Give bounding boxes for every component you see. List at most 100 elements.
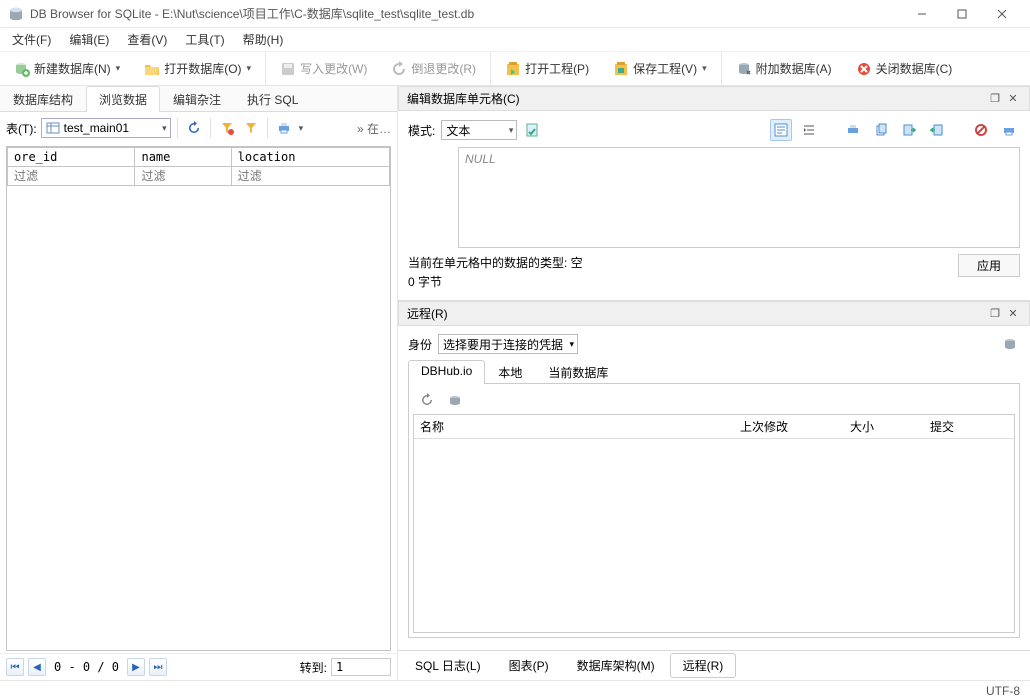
data-grid[interactable]: ore_id name location xyxy=(6,146,391,651)
remote-table[interactable]: 名称 上次修改 大小 提交 xyxy=(413,414,1015,633)
revert-changes-button[interactable]: 倒退更改(R) xyxy=(387,58,480,79)
write-changes-button[interactable]: 写入更改(W) xyxy=(276,58,371,79)
btab-plot[interactable]: 图表(P) xyxy=(496,653,562,678)
remote-col-commit[interactable]: 提交 xyxy=(924,415,1014,438)
cell-edit-panel-title: 编辑数据库单元格(C) ❐ ✕ xyxy=(398,86,1030,111)
null-icon[interactable] xyxy=(970,119,992,141)
remote-col-size[interactable]: 大小 xyxy=(844,415,924,438)
attach-database-button[interactable]: 附加数据库(A) xyxy=(732,58,836,79)
next-record-button[interactable]: ▶ xyxy=(127,658,145,676)
remote-panel: 身份 选择要用于连接的凭据 ▾ DBHub.io 本地 当前数据库 xyxy=(398,326,1030,680)
column-header[interactable]: name xyxy=(135,148,231,167)
first-record-button[interactable]: ⏮ xyxy=(6,658,24,676)
remote-panel-title: 远程(R) ❐ ✕ xyxy=(398,301,1030,326)
remote-subtabs: DBHub.io 本地 当前数据库 xyxy=(408,360,1020,384)
print-icon[interactable] xyxy=(842,119,864,141)
right-pane: 编辑数据库单元格(C) ❐ ✕ 模式: 文本 ▾ xyxy=(398,86,1030,680)
btab-schema[interactable]: 数据库架构(M) xyxy=(564,653,668,678)
table-header-row: ore_id name location xyxy=(8,148,390,167)
save-project-button[interactable]: 保存工程(V)▾ xyxy=(609,58,711,79)
auto-format-button[interactable] xyxy=(523,120,543,140)
column-header[interactable]: ore_id xyxy=(8,148,135,167)
remote-refresh-button[interactable] xyxy=(417,390,437,410)
export-icon[interactable] xyxy=(898,119,920,141)
save-project-icon xyxy=(613,61,629,77)
titlebar: DB Browser for SQLite - E:\Nut\science\项… xyxy=(0,0,1030,28)
filter-input[interactable] xyxy=(141,169,171,183)
bottom-tabs: SQL 日志(L) 图表(P) 数据库架构(M) 远程(R) xyxy=(398,650,1030,680)
menu-file[interactable]: 文件(F) xyxy=(6,29,57,50)
btab-sql-log[interactable]: SQL 日志(L) xyxy=(402,653,494,678)
save-filter-button[interactable] xyxy=(241,118,261,138)
apply-button[interactable]: 应用 xyxy=(958,254,1020,277)
identity-select[interactable]: 选择要用于连接的凭据 ▾ xyxy=(438,334,578,354)
chevron-down-icon: ▾ xyxy=(702,63,707,74)
filter-input[interactable] xyxy=(238,169,294,183)
tab-browse-data[interactable]: 浏览数据 xyxy=(86,86,160,112)
remote-push-button[interactable] xyxy=(445,390,465,410)
chevron-down-icon: ▾ xyxy=(299,123,304,134)
maximize-button[interactable] xyxy=(942,0,982,28)
prev-record-button[interactable]: ◀ xyxy=(28,658,46,676)
open-database-button[interactable]: 打开数据库(O)▾ xyxy=(140,58,255,79)
refresh-button[interactable] xyxy=(184,118,204,138)
chevron-down-icon: ▾ xyxy=(162,123,167,134)
window-title: DB Browser for SQLite - E:\Nut\science\项… xyxy=(30,5,902,22)
subtab-local[interactable]: 本地 xyxy=(485,360,535,384)
import-icon[interactable] xyxy=(926,119,948,141)
indent-icon[interactable] xyxy=(798,119,820,141)
record-counter: 0 - 0 / 0 xyxy=(50,660,123,674)
new-database-button[interactable]: 新建数据库(N)▾ xyxy=(10,58,124,79)
goto-input[interactable] xyxy=(331,658,391,676)
column-header[interactable]: location xyxy=(231,148,389,167)
tab-execute-sql[interactable]: 执行 SQL xyxy=(234,86,311,112)
record-navigator: ⏮ ◀ 0 - 0 / 0 ▶ ⏭ 转到: xyxy=(0,653,397,680)
mode-label: 模式: xyxy=(408,122,435,139)
subtab-dbhub[interactable]: DBHub.io xyxy=(408,360,485,384)
close-panel-button[interactable]: ✕ xyxy=(1005,306,1021,322)
clear-filters-button[interactable] xyxy=(217,118,237,138)
app-icon xyxy=(8,6,24,22)
last-record-button[interactable]: ⏭ xyxy=(149,658,167,676)
menu-view[interactable]: 查看(V) xyxy=(121,29,173,50)
chevron-down-icon: ▾ xyxy=(116,63,121,74)
filter-row xyxy=(8,167,390,186)
remote-settings-button[interactable] xyxy=(1000,334,1020,354)
remote-col-modified[interactable]: 上次修改 xyxy=(734,415,844,438)
undock-button[interactable]: ❐ xyxy=(987,306,1003,322)
revert-icon xyxy=(391,61,407,77)
open-project-icon xyxy=(505,61,521,77)
tab-database-structure[interactable]: 数据库结构 xyxy=(0,86,86,112)
print-button[interactable] xyxy=(274,118,294,138)
close-button[interactable] xyxy=(982,0,1022,28)
encoding-status: UTF-8 xyxy=(986,684,1020,698)
undock-button[interactable]: ❐ xyxy=(987,91,1003,107)
statusbar: UTF-8 xyxy=(0,680,1030,700)
close-database-button[interactable]: 关闭数据库(C) xyxy=(852,58,957,79)
table-select[interactable]: test_main01 ▾ xyxy=(41,118,171,138)
menu-help[interactable]: 帮助(H) xyxy=(237,29,290,50)
mode-select[interactable]: 文本 ▾ xyxy=(441,120,517,140)
menu-edit[interactable]: 编辑(E) xyxy=(63,29,115,50)
copy-icon[interactable] xyxy=(870,119,892,141)
close-panel-button[interactable]: ✕ xyxy=(1005,91,1021,107)
chevron-down-icon: ▾ xyxy=(569,339,574,350)
menu-tools[interactable]: 工具(T) xyxy=(179,29,230,50)
open-project-button[interactable]: 打开工程(P) xyxy=(501,58,593,79)
text-mode-icon[interactable] xyxy=(770,119,792,141)
cell-edit-panel: 模式: 文本 ▾ xyxy=(398,111,1030,301)
new-database-icon xyxy=(14,61,30,77)
subtab-current[interactable]: 当前数据库 xyxy=(535,360,621,384)
filter-input[interactable] xyxy=(14,169,58,183)
at-label[interactable]: » 在… xyxy=(357,120,391,137)
save-icon xyxy=(280,61,296,77)
tab-edit-pragmas[interactable]: 编辑杂注 xyxy=(160,86,234,112)
open-database-icon xyxy=(144,61,160,77)
left-pane: 数据库结构 浏览数据 编辑杂注 执行 SQL 表(T): test_main01… xyxy=(0,86,398,680)
btab-remote[interactable]: 远程(R) xyxy=(670,653,737,678)
goto-label: 转到: xyxy=(300,659,327,676)
cell-value-box[interactable]: NULL xyxy=(458,147,1020,248)
print-cell-icon[interactable] xyxy=(998,119,1020,141)
minimize-button[interactable] xyxy=(902,0,942,28)
remote-col-name[interactable]: 名称 xyxy=(414,415,734,438)
